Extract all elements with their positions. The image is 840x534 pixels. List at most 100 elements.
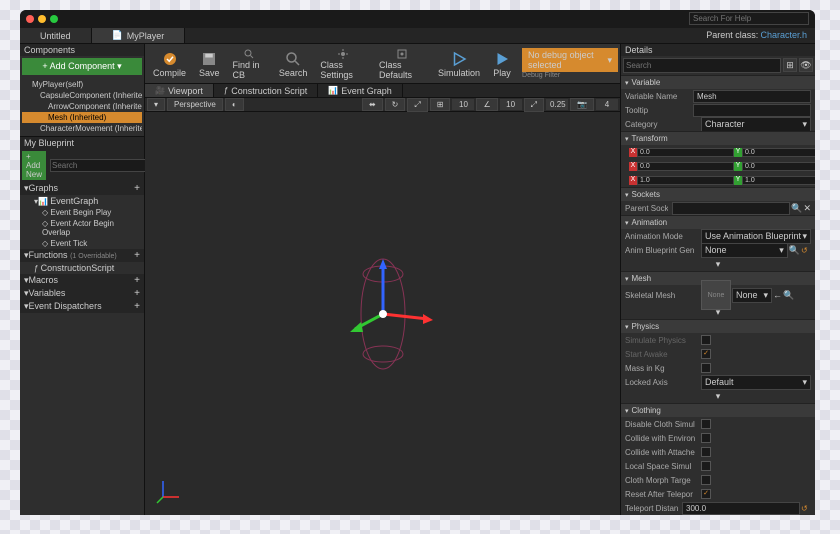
perspective-button[interactable]: Perspective [167, 98, 223, 111]
section-variable[interactable]: Variable [621, 75, 815, 89]
anim-blueprint-dropdown[interactable]: None▾ [701, 243, 788, 258]
scale-size[interactable]: 0.25 [546, 99, 568, 110]
search-options-icon[interactable]: ⊞ [783, 58, 797, 72]
expand-icon[interactable]: ▾ [716, 259, 721, 270]
reset-icon[interactable]: ↺ [801, 246, 811, 255]
variables-header[interactable]: ▾Variables+ [20, 287, 144, 300]
snap-grid-button[interactable]: ⊞ [430, 98, 451, 111]
section-physics[interactable]: Physics [621, 319, 815, 333]
section-transform[interactable]: Transform [621, 131, 815, 145]
save-button[interactable]: Save [193, 46, 226, 82]
tab-untitled[interactable]: Untitled [20, 28, 92, 43]
variable-name-input[interactable] [693, 90, 811, 103]
section-clothing[interactable]: Clothing [621, 403, 815, 417]
teleport-distance-input[interactable] [682, 502, 800, 515]
details-search[interactable] [623, 58, 781, 73]
tab-event-graph[interactable]: 📊 Event Graph [318, 84, 403, 97]
component-item[interactable]: MyPlayer(self) [22, 79, 142, 90]
add-macro-icon[interactable]: + [134, 275, 140, 286]
reset-icon[interactable]: ↺ [801, 504, 811, 513]
tab-viewport[interactable]: 🎥 Viewport [145, 84, 214, 97]
expand-icon[interactable]: ▾ [716, 307, 721, 318]
component-item[interactable]: ArrowComponent (Inherited) [22, 101, 142, 112]
snap-scale-button[interactable]: ⤢ [524, 98, 544, 112]
transform-rotate-button[interactable]: ↻ [385, 98, 406, 111]
dispatchers-header[interactable]: ▾Event Dispatchers+ [20, 300, 144, 313]
find-in-cb-button[interactable]: Find in CB [227, 46, 272, 82]
transform-scl-y[interactable] [742, 176, 815, 185]
use-selected-icon[interactable]: ← [773, 290, 782, 300]
add-function-icon[interactable]: + [134, 250, 140, 261]
functions-header[interactable]: ▾Functions (1 Overridable)+ [20, 249, 144, 262]
mesh-dropdown[interactable]: None▾ [732, 288, 772, 303]
parent-class-link[interactable]: Character.h [760, 30, 807, 40]
transform-scale-button[interactable]: ⤢ [407, 98, 427, 112]
class-settings-button[interactable]: Class Settings [314, 46, 372, 82]
macros-header[interactable]: ▾Macros+ [20, 274, 144, 287]
debug-object-selector[interactable]: No debug object selected▾ [522, 48, 618, 72]
angle-size[interactable]: 10 [500, 99, 522, 110]
add-variable-icon[interactable]: + [134, 288, 140, 299]
add-dispatcher-icon[interactable]: + [134, 301, 140, 312]
add-graph-icon[interactable]: + [134, 183, 140, 194]
graphs-header[interactable]: ▾Graphs+ [20, 182, 144, 195]
section-animation[interactable]: Animation [621, 215, 815, 229]
camera-speed[interactable]: 4 [596, 99, 618, 110]
snap-angle-button[interactable]: ∠ [476, 98, 497, 111]
clothing-checkbox[interactable] [701, 447, 711, 457]
section-sockets[interactable]: Sockets [621, 187, 815, 201]
simulate-physics-checkbox[interactable] [701, 335, 711, 345]
clear-icon[interactable]: ✕ [803, 203, 811, 214]
animation-mode-dropdown[interactable]: Use Animation Blueprint▾ [701, 229, 811, 244]
component-item[interactable]: Mesh (Inherited) [22, 112, 142, 123]
compile-button[interactable]: Compile [147, 46, 192, 82]
transform-loc-y[interactable] [742, 148, 815, 157]
transform-rot-x[interactable] [637, 162, 734, 171]
view-mode-button[interactable]: ◐ [225, 98, 244, 111]
expand-icon[interactable]: ▾ [716, 391, 721, 402]
transform-scl-x[interactable] [637, 176, 734, 185]
tooltip-input[interactable] [693, 104, 811, 117]
clothing-checkbox[interactable] [701, 489, 711, 499]
max-dot[interactable] [50, 15, 58, 23]
start-awake-checkbox[interactable] [701, 349, 711, 359]
add-component-button[interactable]: + Add Component ▾ [22, 58, 142, 75]
parent-socket-input[interactable] [672, 202, 790, 215]
eye-icon[interactable]: 👁 [799, 58, 813, 72]
eventgraph-item[interactable]: ▾📊 EventGraph [20, 195, 144, 207]
mass-checkbox[interactable] [701, 363, 711, 373]
add-new-button[interactable]: + Add New [22, 151, 46, 180]
search-icon[interactable]: 🔍 [791, 203, 802, 214]
transform-rot-y[interactable] [742, 162, 815, 171]
browse-icon[interactable]: 🔍 [783, 290, 794, 301]
class-defaults-button[interactable]: Class Defaults [373, 46, 431, 82]
min-dot[interactable] [38, 15, 46, 23]
component-item[interactable]: CapsuleComponent (Inherited) [22, 90, 142, 101]
event-item[interactable]: ◇ Event Begin Play [20, 207, 144, 218]
viewport-options-button[interactable]: ▾ [147, 98, 165, 111]
category-dropdown[interactable]: Character▾ [701, 117, 811, 132]
play-button[interactable]: Play [487, 46, 517, 82]
locked-axis-dropdown[interactable]: Default▾ [701, 375, 811, 390]
clothing-checkbox[interactable] [701, 461, 711, 471]
camera-speed-button[interactable]: 📷 [570, 98, 594, 111]
simulation-button[interactable]: Simulation [432, 46, 486, 82]
close-dot[interactable] [26, 15, 34, 23]
transform-loc-x[interactable] [637, 148, 734, 157]
browse-icon[interactable]: 🔍 [789, 245, 800, 256]
clothing-checkbox[interactable] [701, 419, 711, 429]
3d-viewport[interactable] [145, 112, 620, 515]
tab-construction[interactable]: ƒ Construction Script [214, 84, 318, 97]
component-item[interactable]: CharacterMovement (Inherited) [22, 123, 142, 134]
help-search[interactable] [689, 12, 809, 25]
tab-myplayer[interactable]: 📄MyPlayer [92, 28, 186, 43]
grid-size[interactable]: 10 [452, 99, 474, 110]
clothing-checkbox[interactable] [701, 433, 711, 443]
transform-move-button[interactable]: ⬌ [362, 98, 383, 111]
event-item[interactable]: ◇ Event Actor Begin Overlap [20, 218, 144, 238]
event-item[interactable]: ◇ Event Tick [20, 238, 144, 249]
search-button[interactable]: Search [273, 46, 314, 82]
transform-gizmo[interactable] [323, 224, 443, 404]
clothing-checkbox[interactable] [701, 475, 711, 485]
construction-script-item[interactable]: ƒ ConstructionScript [20, 262, 144, 274]
